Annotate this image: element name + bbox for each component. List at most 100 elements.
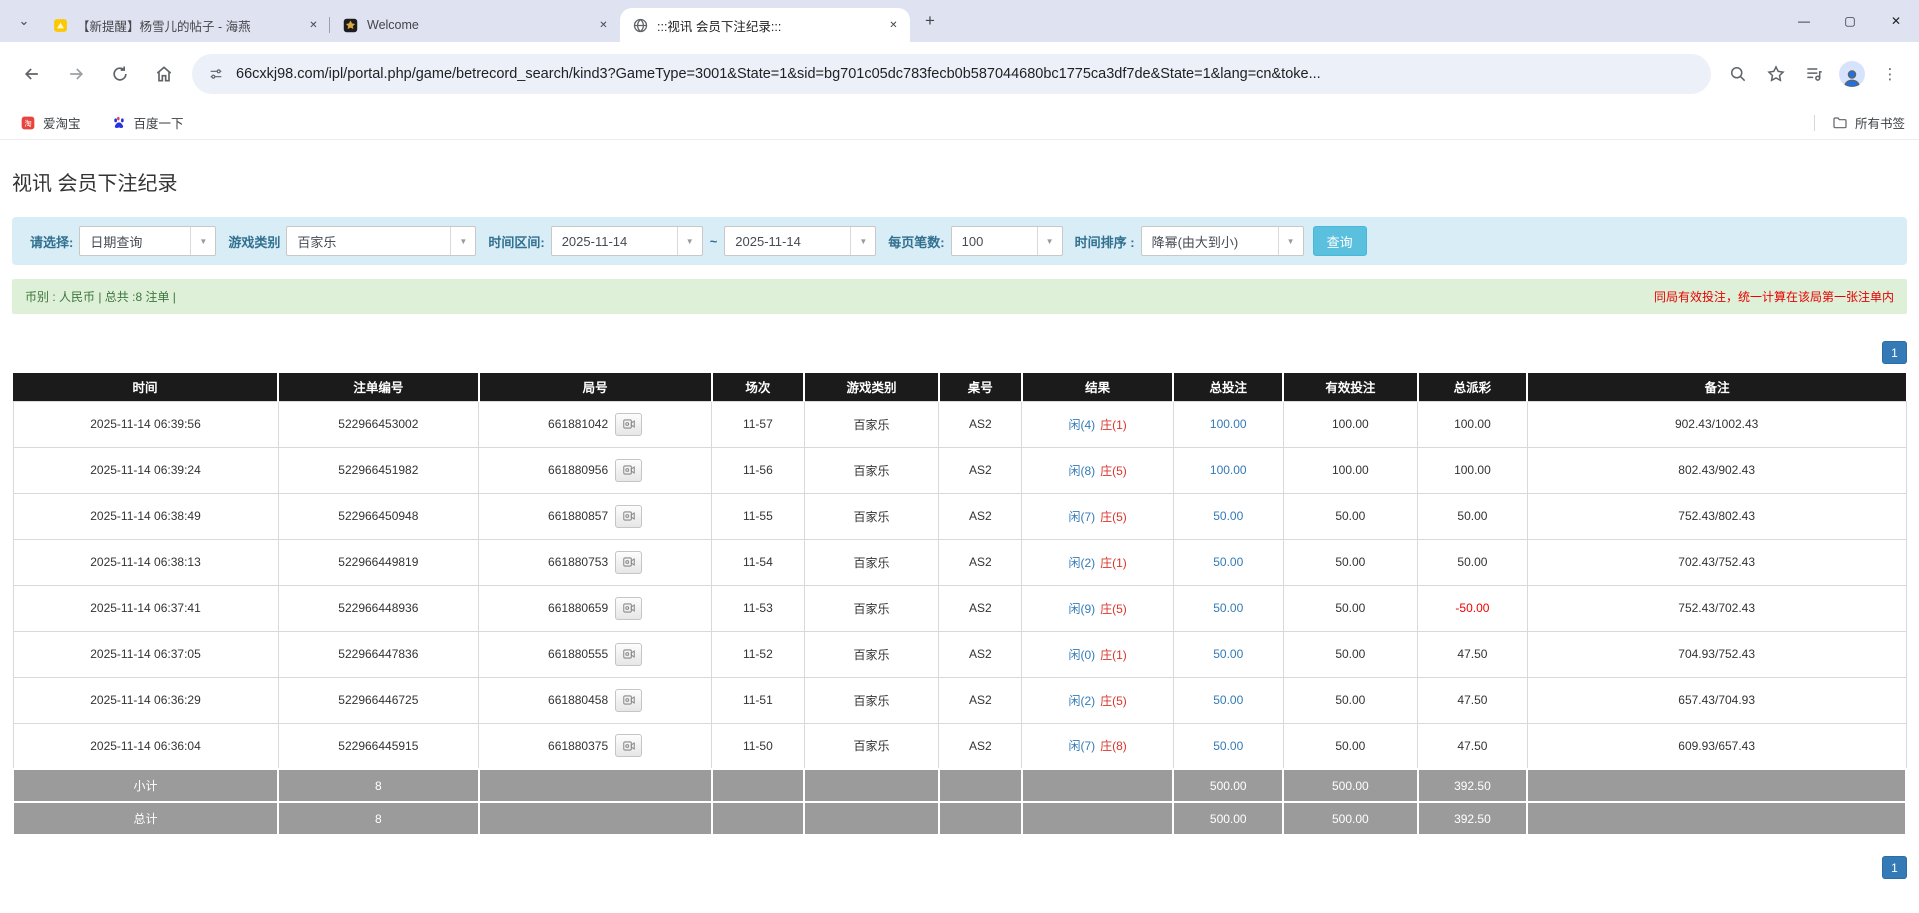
- date-from-select[interactable]: 2025-11-14 ▼: [550, 226, 703, 256]
- page-size-select[interactable]: 100 ▼: [950, 226, 1063, 256]
- browser-tab[interactable]: :::视讯 会员下注纪录::: ✕: [620, 8, 910, 42]
- total-bet-cell[interactable]: 50.00: [1172, 630, 1284, 678]
- video-replay-button[interactable]: [615, 596, 643, 620]
- valid-bet-cell: 100.00: [1282, 400, 1419, 448]
- total-bet-cell[interactable]: 50.00: [1172, 584, 1284, 632]
- result-player: 闲(9): [1068, 601, 1096, 616]
- back-button[interactable]: [13, 55, 51, 93]
- round-number: 661880857: [548, 509, 609, 523]
- game-type-select[interactable]: 百家乐 ▼: [286, 226, 477, 256]
- result-banker: 庄(5): [1100, 693, 1127, 708]
- home-button[interactable]: [145, 55, 183, 93]
- yellow-mail-icon: [52, 17, 69, 34]
- zoom-button[interactable]: [1721, 57, 1755, 91]
- game-type-cell: 百家乐: [803, 676, 940, 724]
- filter-bar: 请选择: 日期查询 ▼ 游戏类别 百家乐 ▼ 时间区间: 2025-11-14 …: [12, 217, 1907, 265]
- bookmark-item[interactable]: 百度一下: [105, 110, 194, 136]
- column-header: 局号: [478, 373, 713, 401]
- tab-strip-tabs: 【新提醒】杨雪儿的帖子 - 海燕 ✕ Welcome ✕:::视讯 会员下注纪录:::…: [40, 8, 910, 42]
- bookmark-star-button[interactable]: [1759, 57, 1793, 91]
- page-1-button[interactable]: 1: [1882, 856, 1907, 879]
- close-button[interactable]: ✕: [1873, 0, 1919, 42]
- query-type-select[interactable]: 日期查询 ▼: [79, 226, 217, 256]
- browser-menu-button[interactable]: ⋮: [1873, 57, 1907, 91]
- game-type-value: 百家乐: [297, 234, 337, 250]
- round-number: 661880659: [548, 601, 609, 615]
- date-range-label: 时间区间:: [488, 234, 545, 250]
- total-bet-cell[interactable]: 100.00: [1172, 400, 1284, 448]
- reload-button[interactable]: [101, 55, 139, 93]
- url-text[interactable]: 66cxkj98.com/ipl/portal.php/game/betreco…: [236, 66, 1321, 82]
- video-replay-button[interactable]: [615, 550, 643, 574]
- valid-bet-cell: 50.00: [1282, 676, 1419, 724]
- page-1-button[interactable]: 1: [1882, 341, 1907, 364]
- result-banker: 庄(1): [1100, 417, 1127, 432]
- search-button[interactable]: 查询: [1312, 226, 1367, 256]
- total-bet-cell[interactable]: 50.00: [1172, 676, 1284, 724]
- total-bet-cell[interactable]: 50.00: [1172, 492, 1284, 540]
- session-cell: 11-54: [711, 538, 805, 586]
- info-bar: 币别 : 人民币 | 总共 :8 注单 | 同局有效投注，统一计算在该局第一张注…: [12, 279, 1907, 314]
- round-number: 661881042: [548, 417, 609, 431]
- tab-title: Welcome: [367, 18, 419, 32]
- summary-row: 总计 8 500.00 500.00 392.50: [11, 801, 1907, 836]
- video-replay-button[interactable]: [615, 504, 643, 528]
- bet-id-cell: 522966445915: [277, 722, 480, 770]
- bet-id-cell: 522966448936: [277, 584, 480, 632]
- bet-id-cell: 522966449819: [277, 538, 480, 586]
- total-bet-cell[interactable]: 100.00: [1172, 446, 1284, 494]
- tab-close-icon[interactable]: ✕: [595, 17, 612, 34]
- tab-title: :::视讯 会员下注纪录:::: [657, 19, 782, 34]
- profile-button[interactable]: [1835, 57, 1869, 91]
- result-cell: 闲(7) 庄(8): [1021, 722, 1174, 770]
- session-cell: 11-57: [711, 400, 805, 448]
- time-cell: 2025-11-14 06:39:24: [12, 446, 279, 494]
- all-bookmarks[interactable]: 所有书签: [1813, 113, 1905, 132]
- video-replay-button[interactable]: [615, 688, 643, 712]
- note-cell: 702.43/752.43: [1526, 538, 1907, 586]
- browser-tab[interactable]: Welcome ✕: [330, 8, 620, 42]
- forward-button[interactable]: [57, 55, 95, 93]
- tab-close-icon[interactable]: ✕: [305, 17, 322, 34]
- column-header: 备注: [1527, 373, 1906, 401]
- video-replay-button[interactable]: [615, 642, 643, 666]
- valid-bet-cell: 100.00: [1282, 446, 1419, 494]
- sort-select[interactable]: 降幂(由大到小) ▼: [1140, 226, 1304, 256]
- date-to-value: 2025-11-14: [735, 233, 801, 249]
- currency-summary: 币别 : 人民币 | 总共 :8 注单 |: [25, 290, 176, 304]
- bookmark-item[interactable]: 淘 爱淘宝: [14, 110, 91, 136]
- media-controls-button[interactable]: [1797, 57, 1831, 91]
- bookmarks-bar: 淘 爱淘宝 百度一下 所有书签: [0, 106, 1919, 140]
- result-player: 闲(2): [1068, 555, 1096, 570]
- date-to-select[interactable]: 2025-11-14 ▼: [724, 226, 877, 256]
- video-replay-button[interactable]: [615, 412, 643, 436]
- summary-payout-cell: 392.50: [1416, 768, 1529, 803]
- round-cell: 661880458: [478, 676, 712, 724]
- session-cell: 11-50: [711, 722, 805, 770]
- tab-search-button[interactable]: ⌄: [10, 7, 38, 35]
- video-replay-button[interactable]: [615, 458, 643, 482]
- round-number: 661880458: [548, 693, 609, 707]
- round-cell: 661880857: [478, 492, 712, 540]
- minimize-button[interactable]: —: [1781, 0, 1827, 42]
- total-bet-cell[interactable]: 50.00: [1172, 538, 1284, 586]
- result-banker: 庄(5): [1100, 509, 1127, 524]
- summary-payout-cell: 392.50: [1416, 801, 1529, 836]
- summary-session-cell: [710, 768, 806, 803]
- chevron-down-icon: ▼: [1277, 227, 1303, 255]
- video-replay-button[interactable]: [615, 734, 643, 758]
- address-bar[interactable]: 66cxkj98.com/ipl/portal.php/game/betreco…: [192, 54, 1711, 94]
- table-body: 2025-11-14 06:39:56 522966453002 661881042…: [11, 400, 1907, 836]
- summary-valid-bet-cell: 500.00: [1282, 768, 1419, 803]
- result-cell: 闲(2) 庄(5): [1021, 676, 1174, 724]
- tab-close-icon[interactable]: ✕: [885, 17, 902, 34]
- maximize-button[interactable]: ▢: [1827, 0, 1873, 42]
- browser-tab[interactable]: 【新提醒】杨雪儿的帖子 - 海燕 ✕: [40, 8, 330, 42]
- table-number-cell: AS2: [938, 492, 1023, 540]
- column-header: 注单编号: [278, 373, 480, 401]
- payout-cell: -50.00: [1417, 584, 1528, 632]
- browser-toolbar: 66cxkj98.com/ipl/portal.php/game/betreco…: [0, 42, 1919, 106]
- total-bet-cell[interactable]: 50.00: [1172, 722, 1284, 770]
- result-cell: 闲(0) 庄(1): [1021, 630, 1174, 678]
- new-tab-button[interactable]: +: [916, 7, 944, 35]
